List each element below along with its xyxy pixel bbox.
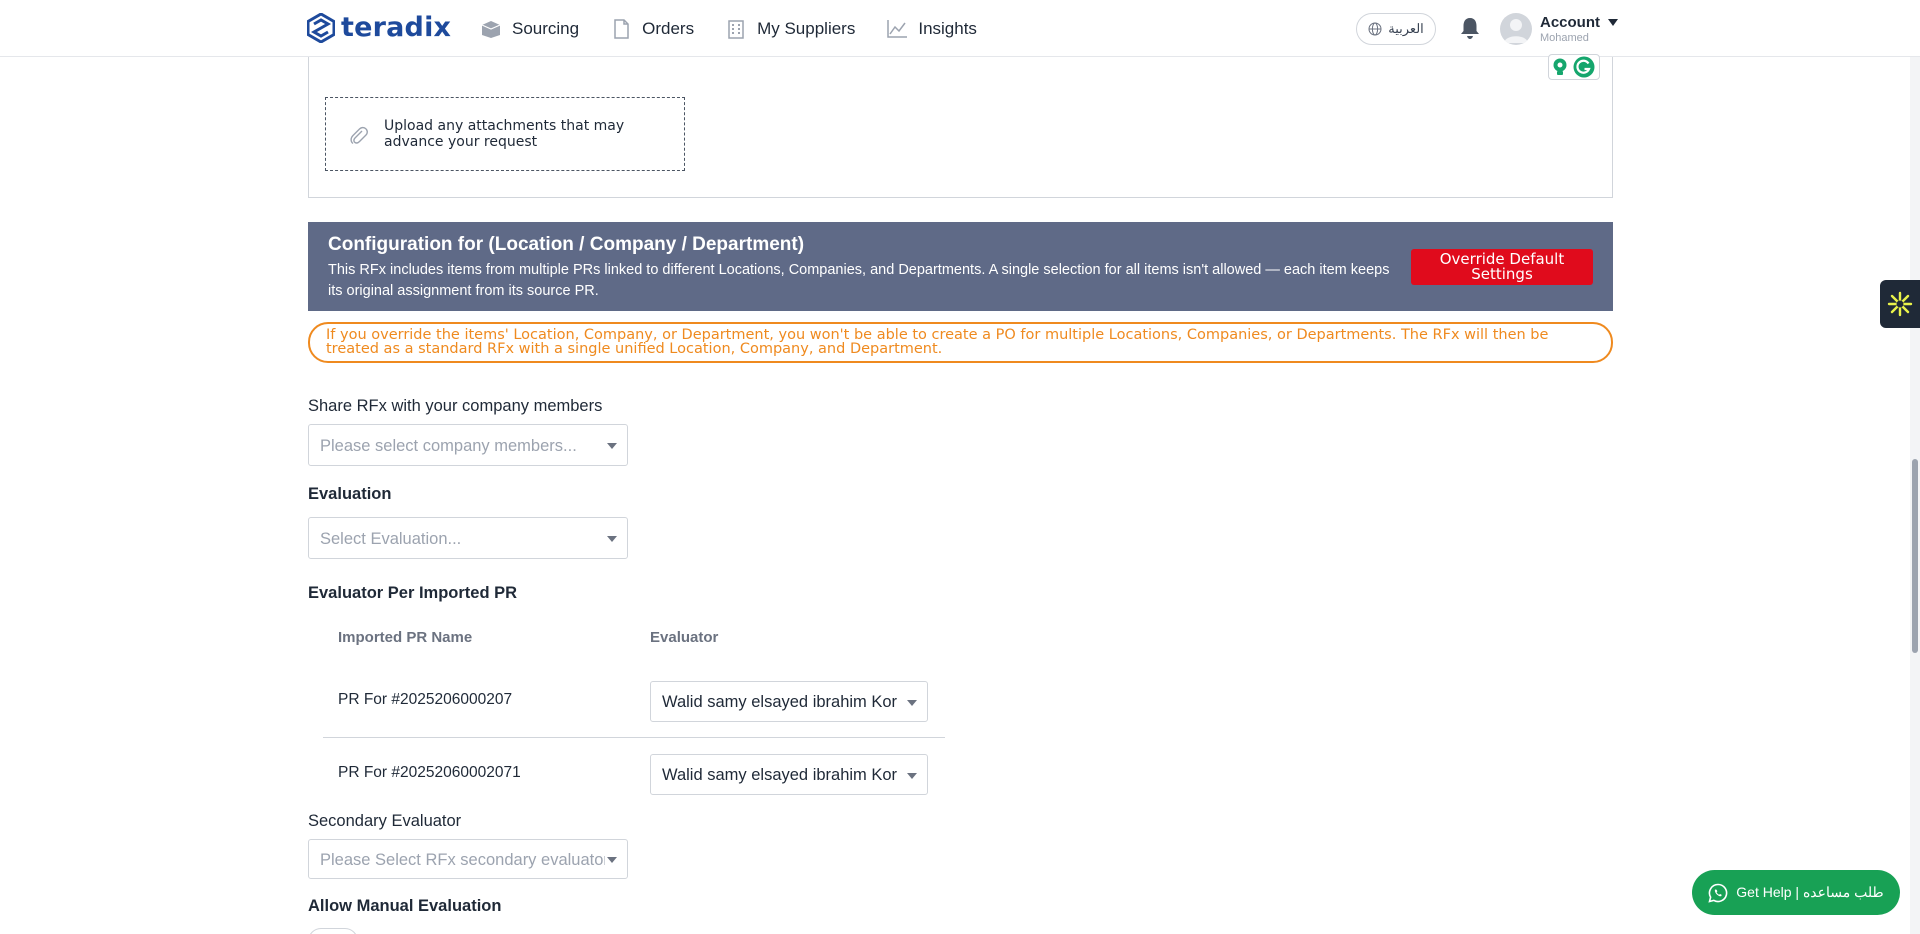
top-navigation: teradix Sourcing Orders My Suppliers Ins…: [0, 0, 1920, 57]
dropdown-caret-icon: [907, 700, 917, 706]
upload-attachments-dropzone[interactable]: Upload any attachments that may advance …: [325, 97, 685, 171]
document-icon: [614, 18, 629, 39]
user-avatar-icon: [1504, 19, 1528, 43]
column-header-evaluator: Evaluator: [650, 629, 719, 646]
sparkle-icon: [1887, 291, 1913, 317]
paperclip-icon: [350, 126, 368, 145]
lightbulb-icon: [1553, 58, 1567, 75]
teradix-logo[interactable]: teradix: [307, 12, 451, 43]
evaluator-value: Walid samy elsayed ibrahim Kor: [662, 693, 897, 711]
company-members-placeholder: Please select company members...: [320, 437, 577, 455]
evaluation-label: Evaluation: [308, 485, 392, 503]
share-rfx-label: Share RFx with your company members: [308, 397, 603, 415]
table-row-divider: [323, 737, 945, 738]
account-menu[interactable]: Account Mohamed: [1540, 14, 1618, 44]
column-header-pr-name: Imported PR Name: [338, 629, 473, 646]
building-icon: [728, 19, 744, 39]
nav-item-sourcing[interactable]: Sourcing: [480, 19, 579, 39]
grammarly-icon: [1573, 56, 1595, 78]
whatsapp-icon: [1708, 883, 1728, 903]
secondary-evaluator-label: Secondary Evaluator: [308, 812, 462, 830]
page-scrollbar-thumb[interactable]: [1912, 459, 1918, 653]
manual-evaluation-toggle[interactable]: [308, 928, 358, 934]
nav-item-orders[interactable]: Orders: [610, 19, 694, 39]
nav-item-my-suppliers[interactable]: My Suppliers: [725, 19, 855, 39]
chart-line-icon: [887, 19, 908, 38]
teradix-logo-icon: [307, 12, 335, 43]
upload-instructions: Upload any attachments that may advance …: [384, 118, 625, 150]
language-label: العربية: [1388, 21, 1424, 36]
caret-down-icon: [1608, 19, 1618, 26]
nav-item-insights[interactable]: Insights: [886, 19, 977, 39]
evaluator-per-pr-label: Evaluator Per Imported PR: [308, 584, 518, 602]
account-username: Mohamed: [1540, 32, 1589, 44]
evaluator-select[interactable]: Walid samy elsayed ibrahim Kor: [650, 681, 928, 722]
dropdown-caret-icon: [607, 536, 617, 542]
secondary-evaluator-placeholder: Please Select RFx secondary evaluator: [320, 851, 605, 869]
evaluator-value: Walid samy elsayed ibrahim Kor: [662, 766, 897, 784]
pr-name-cell: PR For #20252060002071: [338, 764, 521, 781]
override-warning: If you override the items' Location, Com…: [308, 322, 1613, 363]
nav-label-sourcing: Sourcing: [512, 18, 580, 38]
side-assistant-widget[interactable]: [1880, 280, 1920, 328]
main-nav: Sourcing Orders My Suppliers Insights: [480, 0, 977, 57]
company-members-select[interactable]: Please select company members...: [308, 424, 628, 466]
get-help-label: Get Help | طلب مساعده: [1736, 884, 1884, 900]
nav-label-my-suppliers: My Suppliers: [757, 18, 856, 38]
dropdown-caret-icon: [607, 443, 617, 449]
configuration-banner: Configuration for (Location / Company / …: [308, 222, 1613, 311]
nav-label-insights: Insights: [918, 18, 977, 38]
globe-icon: [1368, 22, 1382, 36]
evaluator-select[interactable]: Walid samy elsayed ibrahim Kor: [650, 754, 928, 795]
evaluation-select[interactable]: Select Evaluation...: [308, 517, 628, 559]
nav-label-orders: Orders: [642, 18, 695, 38]
bell-icon[interactable]: [1459, 16, 1481, 40]
dropdown-caret-icon: [607, 857, 617, 863]
secondary-evaluator-select[interactable]: Please Select RFx secondary evaluator: [308, 839, 628, 879]
logo-text: teradix: [341, 12, 452, 43]
grammarly-widget[interactable]: [1548, 54, 1600, 80]
language-switch-button[interactable]: العربية: [1356, 13, 1436, 45]
avatar[interactable]: [1500, 13, 1532, 45]
configuration-title: Configuration for (Location / Company / …: [328, 234, 805, 255]
dropdown-caret-icon: [907, 773, 917, 779]
get-help-button[interactable]: Get Help | طلب مساعده: [1692, 870, 1900, 915]
account-label: Account: [1540, 14, 1600, 31]
configuration-description: This RFx includes items from multiple PR…: [328, 262, 1390, 299]
manual-evaluation-label: Allow Manual Evaluation: [308, 897, 502, 915]
box-icon: [481, 20, 501, 38]
pr-name-cell: PR For #2025206000207: [338, 691, 513, 708]
evaluation-placeholder: Select Evaluation...: [320, 530, 462, 548]
override-default-settings-button[interactable]: Override Default Settings: [1411, 249, 1593, 285]
